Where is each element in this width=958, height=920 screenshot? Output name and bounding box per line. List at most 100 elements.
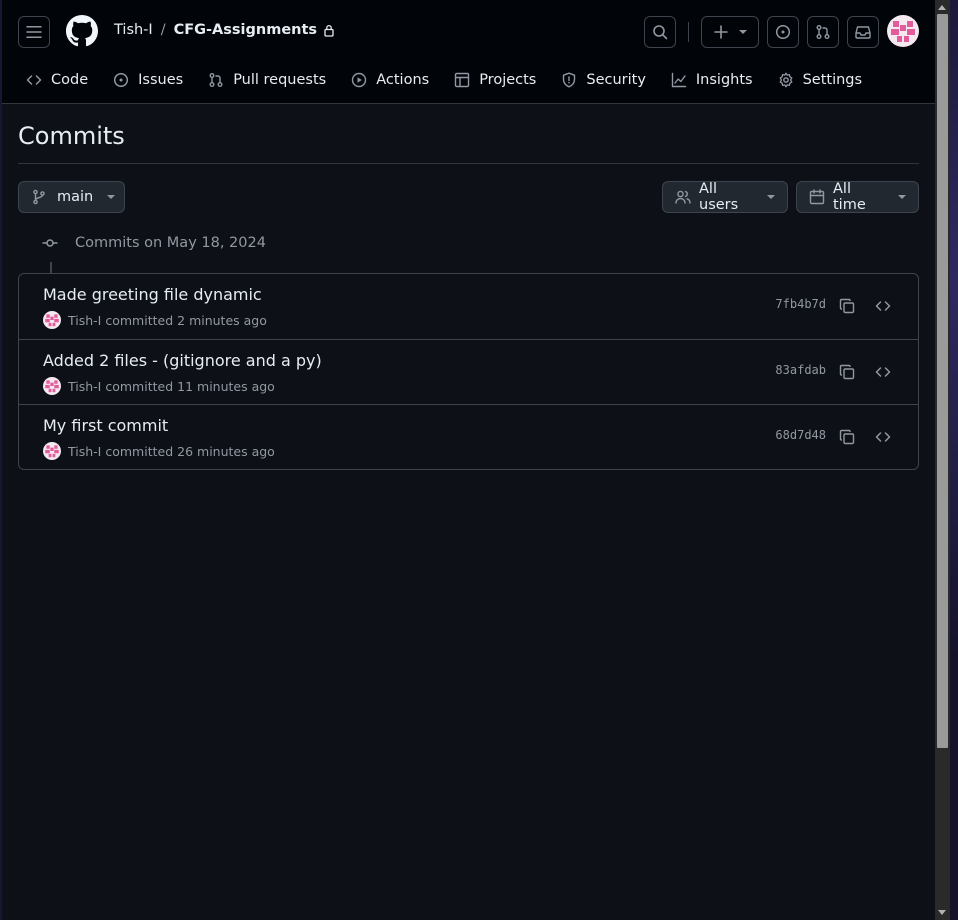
triangle-down-icon bbox=[738, 30, 747, 34]
commit-author-link[interactable]: Tish-I bbox=[68, 379, 101, 394]
commit-meta: Tish-I committed 2 minutes ago bbox=[43, 311, 267, 329]
code-icon bbox=[875, 367, 891, 377]
search-button[interactable] bbox=[644, 16, 676, 48]
table-icon bbox=[454, 72, 470, 88]
commit-meta: Tish-I committed 26 minutes ago bbox=[43, 442, 275, 460]
commit-verb: committed bbox=[105, 312, 174, 328]
tab-label: Security bbox=[586, 72, 646, 88]
browser-window: Tish-I / CFG-Assignments Code Issues Pul… bbox=[2, 0, 935, 920]
tab-code[interactable]: Code bbox=[18, 64, 96, 96]
hamburger-icon bbox=[26, 26, 42, 38]
title-divider bbox=[18, 163, 919, 164]
create-new-button[interactable] bbox=[701, 16, 759, 48]
commit-meta: Tish-I committed 11 minutes ago bbox=[43, 377, 275, 395]
commit-list: Made greeting file dynamic Tish-I commit… bbox=[18, 273, 919, 470]
search-icon bbox=[653, 25, 668, 40]
author-avatar[interactable] bbox=[43, 311, 61, 329]
commit-group-date: Commits on May 18, 2024 bbox=[75, 235, 266, 251]
users-filter-label: All users bbox=[699, 181, 739, 213]
commit-sha-link[interactable]: 68d7d48 bbox=[775, 428, 826, 442]
author-avatar[interactable] bbox=[43, 377, 61, 395]
triangle-down-icon bbox=[107, 195, 116, 199]
code-icon bbox=[875, 301, 891, 311]
scroll-up-arrow-icon[interactable] bbox=[938, 5, 946, 10]
commit-sha-link[interactable]: 83afdab bbox=[775, 363, 826, 377]
notifications-button[interactable] bbox=[847, 16, 879, 48]
commit-time: 26 minutes ago bbox=[177, 443, 275, 459]
copy-icon bbox=[839, 364, 855, 380]
commit-title-link[interactable]: My first commit bbox=[43, 416, 168, 435]
gear-icon bbox=[779, 72, 793, 88]
copy-sha-button[interactable] bbox=[837, 296, 857, 316]
commit-row: My first commit Tish-I committed 26 minu… bbox=[19, 404, 918, 469]
scrollbar-thumb[interactable] bbox=[937, 14, 948, 748]
breadcrumb-separator: / bbox=[160, 22, 166, 38]
user-avatar[interactable] bbox=[887, 15, 919, 47]
time-filter-label: All time bbox=[833, 181, 866, 213]
your-pull-requests-button[interactable] bbox=[807, 16, 839, 48]
repo-name-link[interactable]: CFG-Assignments bbox=[174, 22, 317, 38]
tab-settings[interactable]: Settings bbox=[770, 64, 870, 96]
code-icon bbox=[26, 75, 42, 85]
copy-sha-button[interactable] bbox=[837, 427, 857, 447]
page-scrollbar[interactable] bbox=[935, 0, 950, 920]
shield-icon bbox=[563, 72, 576, 88]
repo-owner-link[interactable]: Tish-I bbox=[114, 22, 153, 38]
people-icon bbox=[675, 190, 691, 204]
app-header: Tish-I / CFG-Assignments Code Issues Pul… bbox=[2, 0, 935, 104]
scroll-down-arrow-icon[interactable] bbox=[938, 910, 946, 915]
tab-insights[interactable]: Insights bbox=[663, 64, 761, 96]
lock-icon bbox=[323, 24, 335, 37]
git-commit-icon bbox=[42, 239, 58, 247]
page-title: Commits bbox=[18, 122, 125, 150]
author-avatar[interactable] bbox=[43, 442, 61, 460]
commit-author-link[interactable]: Tish-I bbox=[68, 313, 101, 328]
commit-sha-link[interactable]: 7fb4b7d bbox=[775, 297, 826, 311]
tab-label: Code bbox=[51, 72, 89, 88]
commit-title-link[interactable]: Made greeting file dynamic bbox=[43, 285, 262, 304]
tab-label: Actions bbox=[376, 72, 430, 88]
tab-label: Issues bbox=[138, 72, 184, 88]
commit-author-link[interactable]: Tish-I bbox=[68, 444, 101, 459]
git-branch-icon bbox=[33, 189, 45, 205]
tab-issues[interactable]: Issues bbox=[105, 64, 191, 96]
header-divider bbox=[688, 22, 689, 42]
tab-label: Settings bbox=[802, 72, 863, 88]
pull-request-icon bbox=[209, 73, 223, 87]
copy-icon bbox=[839, 298, 855, 314]
commit-row: Added 2 files - (gitignore and a py) Tis… bbox=[19, 339, 918, 404]
desktop-background bbox=[950, 0, 958, 920]
branch-name: main bbox=[57, 189, 94, 205]
your-issues-button[interactable] bbox=[767, 16, 799, 48]
code-icon bbox=[875, 432, 891, 442]
tab-pull-requests[interactable]: Pull requests bbox=[200, 64, 334, 96]
tab-projects[interactable]: Projects bbox=[446, 64, 544, 96]
plus-icon bbox=[713, 25, 728, 39]
commit-title-link[interactable]: Added 2 files - (gitignore and a py) bbox=[43, 351, 322, 370]
issue-opened-icon bbox=[775, 24, 791, 40]
triangle-down-icon bbox=[898, 195, 906, 199]
copy-sha-button[interactable] bbox=[837, 362, 857, 382]
commit-group-header: Commits on May 18, 2024 bbox=[42, 235, 266, 251]
menu-button[interactable] bbox=[18, 16, 50, 48]
tab-actions[interactable]: Actions bbox=[343, 64, 437, 96]
commit-time: 2 minutes ago bbox=[177, 312, 267, 328]
browse-repo-button[interactable] bbox=[872, 296, 894, 316]
users-filter[interactable]: All users bbox=[662, 181, 788, 213]
commit-row: Made greeting file dynamic Tish-I commit… bbox=[19, 274, 918, 339]
github-logo-icon[interactable] bbox=[66, 15, 98, 47]
triangle-down-icon bbox=[767, 195, 775, 199]
tab-security[interactable]: Security bbox=[553, 64, 654, 96]
play-icon bbox=[352, 72, 367, 88]
tab-label: Projects bbox=[479, 72, 537, 88]
branch-selector[interactable]: main bbox=[18, 181, 125, 213]
breadcrumb: Tish-I / CFG-Assignments bbox=[114, 22, 335, 38]
browse-repo-button[interactable] bbox=[872, 362, 894, 382]
commit-verb: committed bbox=[105, 443, 174, 459]
calendar-icon bbox=[809, 189, 825, 205]
inbox-icon bbox=[855, 26, 871, 39]
tab-label: Insights bbox=[695, 72, 753, 88]
browse-repo-button[interactable] bbox=[872, 427, 894, 447]
issue-icon bbox=[114, 72, 129, 88]
time-filter[interactable]: All time bbox=[796, 181, 919, 213]
